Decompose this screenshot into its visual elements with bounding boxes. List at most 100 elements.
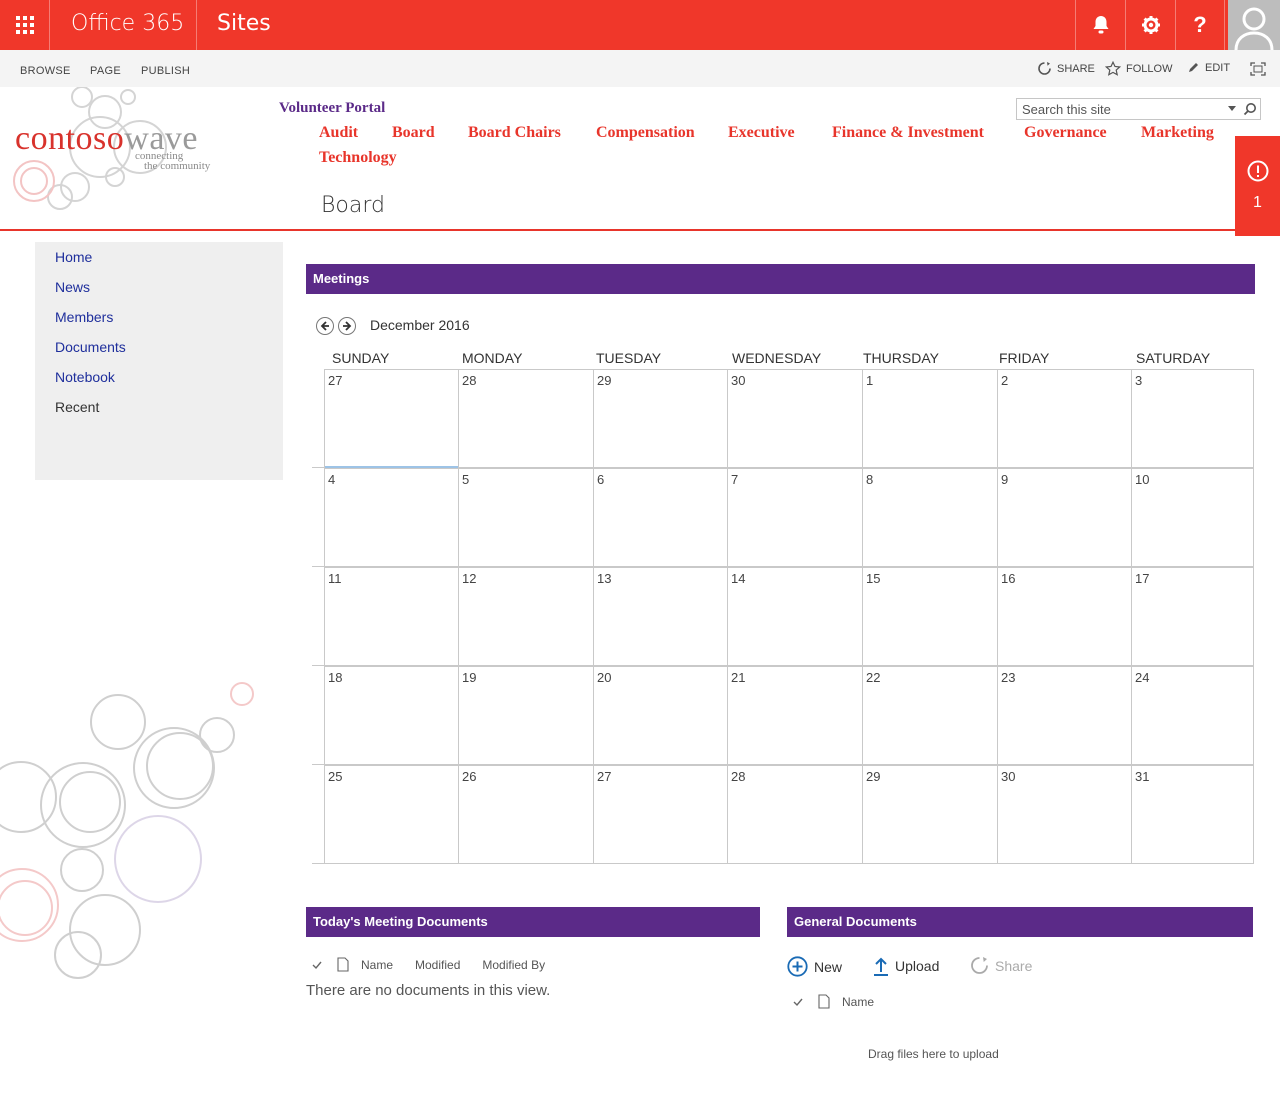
tab-browse[interactable]: BROWSE [20, 65, 71, 77]
help-button[interactable]: ? [1175, 0, 1225, 50]
tab-page[interactable]: PAGE [90, 65, 121, 77]
calendar-day-cell[interactable]: 24 [1131, 666, 1254, 765]
calendar-day-cell[interactable]: 28 [458, 369, 593, 468]
settings-button[interactable] [1125, 0, 1175, 50]
suite-divider [196, 0, 197, 50]
calendar-day-cell[interactable]: 3 [1131, 369, 1254, 468]
left-nav-home[interactable]: Home [35, 248, 283, 278]
todays-docs-webpart-title[interactable]: Today's Meeting Documents [306, 907, 760, 937]
left-nav-news[interactable]: News [35, 278, 283, 308]
calendar-day-cell[interactable]: 6 [593, 468, 727, 567]
calendar-day-cell[interactable]: 2 [997, 369, 1131, 468]
calendar-day-number: 28 [462, 373, 477, 388]
calendar-day-cell[interactable]: 26 [458, 765, 593, 864]
calendar-day-number: 11 [328, 571, 342, 586]
nav-finance-investment[interactable]: Finance & Investment [832, 124, 984, 142]
calendar-day-cell[interactable]: 22 [862, 666, 997, 765]
app-name-sites[interactable]: Sites [217, 11, 271, 36]
edit-button[interactable]: EDIT [1187, 61, 1230, 74]
search-icon[interactable] [1243, 102, 1257, 116]
calendar-navigation [316, 317, 356, 335]
office365-brand[interactable]: Office 365 [71, 11, 184, 36]
tab-publish[interactable]: PUBLISH [141, 65, 190, 77]
calendar-day-cell[interactable]: 21 [727, 666, 862, 765]
calendar-day-cell[interactable]: 13 [593, 567, 727, 666]
general-docs-webpart-title[interactable]: General Documents [787, 907, 1253, 937]
calendar-day-cell[interactable]: 29 [593, 369, 727, 468]
column-header-name[interactable]: Name [361, 958, 393, 972]
calendar-day-cell[interactable]: 12 [458, 567, 593, 666]
calendar-day-cell[interactable]: 20 [593, 666, 727, 765]
previous-month-button[interactable] [316, 317, 334, 335]
calendar-day-cell[interactable]: 30 [997, 765, 1131, 864]
column-header-name[interactable]: Name [842, 995, 874, 1009]
nav-audit[interactable]: Audit [319, 124, 358, 142]
next-month-button[interactable] [338, 317, 356, 335]
nav-board-chairs[interactable]: Board Chairs [468, 124, 561, 142]
column-header-modified-by[interactable]: Modified By [482, 958, 545, 972]
share-document-button[interactable]: Share [970, 956, 1032, 975]
calendar-day-number: 21 [731, 670, 746, 685]
site-logo[interactable]: contosowave connecting the community [0, 87, 270, 227]
header-divider [0, 229, 1235, 231]
nav-marketing[interactable]: Marketing [1141, 124, 1214, 142]
avatar[interactable] [1228, 0, 1280, 50]
calendar-day-number: 30 [1001, 769, 1016, 784]
calendar-day-cell[interactable]: 5 [458, 468, 593, 567]
nav-executive[interactable]: Executive [728, 124, 795, 142]
nav-governance[interactable]: Governance [1024, 124, 1107, 142]
calendar-day-cell[interactable]: 1 [862, 369, 997, 468]
notifications-button[interactable] [1075, 0, 1125, 50]
calendar-day-cell[interactable]: 16 [997, 567, 1131, 666]
page-title: Board [321, 193, 385, 218]
app-launcher-button[interactable] [0, 0, 50, 50]
calendar-day-cell[interactable]: 10 [1131, 468, 1254, 567]
search-scope-dropdown[interactable] [1228, 106, 1236, 111]
nav-board[interactable]: Board [392, 124, 435, 142]
quick-launch: Home News Members Documents Notebook Rec… [35, 242, 283, 480]
new-document-button[interactable]: New [787, 956, 842, 977]
calendar-day-cell[interactable]: 25 [324, 765, 458, 864]
calendar-day-cell[interactable]: 27 [324, 369, 458, 468]
left-nav-members[interactable]: Members [35, 308, 283, 338]
calendar-day-cell[interactable]: 17 [1131, 567, 1254, 666]
calendar-day-number: 5 [462, 472, 470, 487]
nav-compensation[interactable]: Compensation [596, 124, 695, 142]
upload-button[interactable]: Upload [873, 956, 939, 976]
share-button[interactable]: SHARE [1037, 61, 1095, 76]
focus-mode-button[interactable] [1250, 62, 1266, 76]
calendar-day-number: 22 [866, 670, 881, 685]
calendar-day-cell[interactable]: 7 [727, 468, 862, 567]
meetings-webpart-title[interactable]: Meetings [306, 264, 1255, 294]
arrow-left-icon [320, 321, 329, 331]
calendar-day-cell[interactable]: 30 [727, 369, 862, 468]
left-nav-notebook[interactable]: Notebook [35, 368, 283, 398]
calendar-day-cell[interactable]: 9 [997, 468, 1131, 567]
empty-view-message: There are no documents in this view. [306, 982, 551, 999]
pencil-icon [1189, 63, 1198, 72]
share-icon [1038, 62, 1051, 75]
share-doc-label: Share [995, 957, 1033, 974]
calendar-day-cell[interactable]: 15 [862, 567, 997, 666]
calendar-day-cell[interactable]: 29 [862, 765, 997, 864]
checkmark-icon[interactable] [311, 959, 323, 971]
calendar-day-cell[interactable]: 27 [593, 765, 727, 864]
follow-button[interactable]: FOLLOW [1105, 61, 1172, 77]
waffle-icon [15, 16, 34, 34]
checkmark-icon[interactable] [792, 996, 804, 1008]
calendar-day-cell[interactable]: 18 [324, 666, 458, 765]
column-header-modified[interactable]: Modified [415, 958, 460, 972]
search-input[interactable] [1017, 99, 1217, 119]
calendar-day-cell[interactable]: 28 [727, 765, 862, 864]
calendar-day-cell[interactable]: 4 [324, 468, 458, 567]
site-title-volunteer-portal[interactable]: Volunteer Portal [279, 100, 385, 117]
calendar-day-cell[interactable]: 14 [727, 567, 862, 666]
calendar-day-cell[interactable]: 31 [1131, 765, 1254, 864]
nav-technology[interactable]: Technology [319, 149, 397, 167]
calendar-day-cell[interactable]: 19 [458, 666, 593, 765]
calendar-day-cell[interactable]: 23 [997, 666, 1131, 765]
calendar-day-cell[interactable]: 11 [324, 567, 458, 666]
left-nav-documents[interactable]: Documents [35, 338, 283, 368]
alert-notification-button[interactable]: 1 [1235, 136, 1280, 236]
calendar-day-cell[interactable]: 8 [862, 468, 997, 567]
